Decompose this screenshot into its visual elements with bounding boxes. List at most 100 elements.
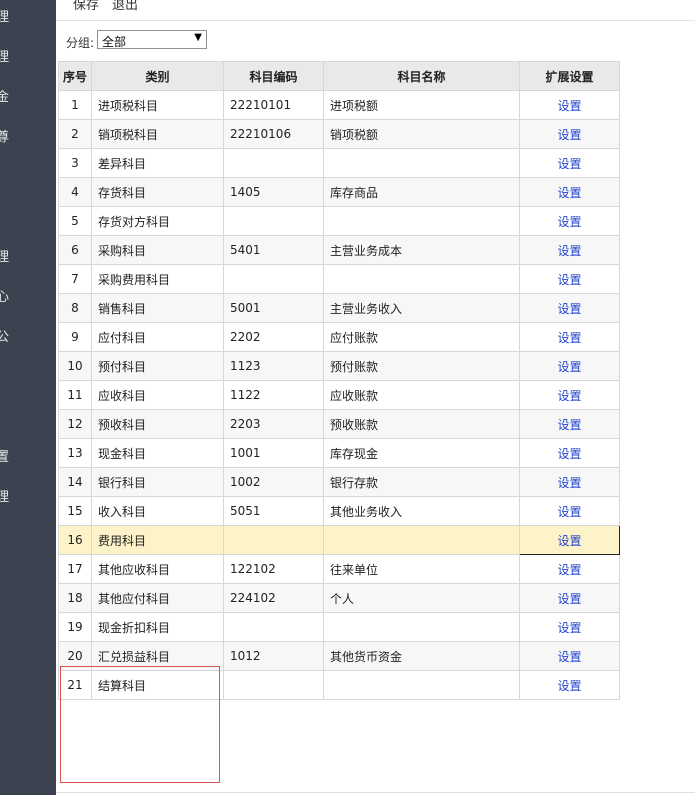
table-row[interactable]: 16 费用科目 设置: [58, 525, 620, 555]
row-settings-cell: 设置: [519, 583, 620, 613]
table-row[interactable]: 4 存货科目 1405 库存商品 设置: [58, 177, 620, 207]
row-category: 预付科目: [91, 351, 224, 381]
settings-link[interactable]: 设置: [557, 621, 581, 635]
settings-link[interactable]: 设置: [557, 186, 581, 200]
settings-link[interactable]: 设置: [557, 389, 581, 403]
save-button[interactable]: 保存: [73, 0, 99, 16]
table-row[interactable]: 17 其他应收科目 122102 往来单位 设置: [58, 554, 620, 584]
row-category: 应收科目: [91, 380, 224, 410]
sidebar-item[interactable]: 尊: [0, 128, 18, 148]
row-account-name: 进项税额: [323, 90, 520, 120]
group-select[interactable]: 全部 ▼: [97, 30, 207, 49]
row-account-code: 122102: [223, 554, 324, 584]
row-account-code: [223, 264, 324, 294]
row-account-code: [223, 148, 324, 178]
sidebar-item[interactable]: 置: [0, 448, 18, 468]
settings-link[interactable]: 设置: [557, 157, 581, 171]
sidebar-item[interactable]: 理: [0, 8, 18, 28]
settings-link[interactable]: 设置: [557, 650, 581, 664]
table-row[interactable]: 19 现金折扣科目 设置: [58, 612, 620, 642]
sidebar-item[interactable]: 理: [0, 488, 18, 508]
row-number: 4: [58, 177, 92, 207]
table-row[interactable]: 15 收入科目 5051 其他业务收入 设置: [58, 496, 620, 526]
table-row[interactable]: 12 预收科目 2203 预收账款 设置: [58, 409, 620, 439]
settings-link[interactable]: 设置: [557, 592, 581, 606]
table-row[interactable]: 3 差异科目 设置: [58, 148, 620, 178]
row-settings-cell: 设置: [519, 235, 620, 265]
settings-link[interactable]: 设置: [557, 302, 581, 316]
table-row[interactable]: 13 现金科目 1001 库存现金 设置: [58, 438, 620, 468]
row-account-name: 库存现金: [323, 438, 520, 468]
table-row[interactable]: 18 其他应付科目 224102 个人 设置: [58, 583, 620, 613]
settings-link[interactable]: 设置: [557, 128, 581, 142]
row-category: 现金折扣科目: [91, 612, 224, 642]
sidebar-item[interactable]: 金: [0, 88, 18, 108]
row-account-name: 主营业务收入: [323, 293, 520, 323]
settings-link[interactable]: 设置: [557, 244, 581, 258]
sidebar-item[interactable]: 理: [0, 248, 18, 268]
sidebar-item[interactable]: 公: [0, 328, 18, 348]
row-number: 13: [58, 438, 92, 468]
col-header-settings: 扩展设置: [519, 61, 620, 91]
row-number: 1: [58, 90, 92, 120]
row-account-name: [323, 525, 520, 555]
annotation-rectangle: [60, 666, 220, 783]
row-account-code: 22210106: [223, 119, 324, 149]
row-settings-cell: 设置: [519, 554, 620, 584]
table-row[interactable]: 8 销售科目 5001 主营业务收入 设置: [58, 293, 620, 323]
row-settings-cell: 设置: [519, 351, 620, 381]
settings-link[interactable]: 设置: [557, 563, 581, 577]
row-number: 5: [58, 206, 92, 236]
chevron-down-icon: ▼: [194, 32, 202, 43]
table-row[interactable]: 7 采购费用科目 设置: [58, 264, 620, 294]
group-select-value: 全部: [102, 35, 127, 49]
row-category: 预收科目: [91, 409, 224, 439]
sidebar: 理理金尊理心公置理: [0, 0, 56, 795]
settings-link[interactable]: 设置: [557, 273, 581, 287]
settings-link[interactable]: 设置: [557, 99, 581, 113]
row-settings-cell: 设置: [519, 322, 620, 352]
settings-link[interactable]: 设置: [557, 679, 581, 693]
sidebar-item[interactable]: 心: [0, 288, 18, 308]
table-row[interactable]: 14 银行科目 1002 银行存款 设置: [58, 467, 620, 497]
settings-link[interactable]: 设置: [557, 505, 581, 519]
settings-link[interactable]: 设置: [557, 360, 581, 374]
settings-link[interactable]: 设置: [557, 534, 581, 548]
table-row[interactable]: 11 应收科目 1122 应收账款 设置: [58, 380, 620, 410]
row-number: 12: [58, 409, 92, 439]
settings-link[interactable]: 设置: [557, 447, 581, 461]
row-account-code: [223, 206, 324, 236]
row-account-code: [223, 670, 324, 700]
row-account-code: 22210101: [223, 90, 324, 120]
row-account-name: 应收账款: [323, 380, 520, 410]
exit-button[interactable]: 退出: [112, 0, 138, 16]
row-settings-cell: 设置: [519, 438, 620, 468]
row-number: 18: [58, 583, 92, 613]
row-account-name: [323, 148, 520, 178]
table-row[interactable]: 5 存货对方科目 设置: [58, 206, 620, 236]
divider: [56, 792, 695, 793]
table-row[interactable]: 10 预付科目 1123 预付账款 设置: [58, 351, 620, 381]
row-number: 8: [58, 293, 92, 323]
row-account-name: [323, 206, 520, 236]
row-account-name: 库存商品: [323, 177, 520, 207]
col-header-code: 科目编码: [223, 61, 324, 91]
settings-link[interactable]: 设置: [557, 476, 581, 490]
row-account-name: [323, 670, 520, 700]
row-account-name: [323, 612, 520, 642]
table-row[interactable]: 2 销项税科目 22210106 销项税额 设置: [58, 119, 620, 149]
row-category: 现金科目: [91, 438, 224, 468]
settings-link[interactable]: 设置: [557, 418, 581, 432]
row-settings-cell: 设置: [519, 148, 620, 178]
row-settings-cell: 设置: [519, 467, 620, 497]
row-account-code: 224102: [223, 583, 324, 613]
table-row[interactable]: 1 进项税科目 22210101 进项税额 设置: [58, 90, 620, 120]
settings-link[interactable]: 设置: [557, 331, 581, 345]
settings-link[interactable]: 设置: [557, 215, 581, 229]
row-account-name: [323, 264, 520, 294]
row-category: 其他应付科目: [91, 583, 224, 613]
sidebar-item[interactable]: 理: [0, 48, 18, 68]
table-row[interactable]: 6 采购科目 5401 主营业务成本 设置: [58, 235, 620, 265]
table-row[interactable]: 9 应付科目 2202 应付账款 设置: [58, 322, 620, 352]
row-settings-cell: 设置: [519, 119, 620, 149]
